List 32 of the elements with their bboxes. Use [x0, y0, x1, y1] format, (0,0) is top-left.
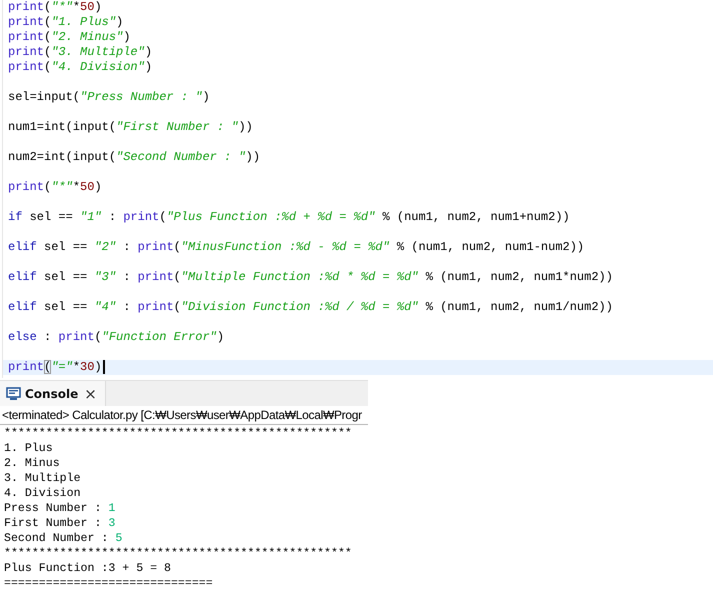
text-caret: [102, 360, 105, 374]
code-line: num1=int(input("First Number : ")): [7, 120, 254, 135]
console-line: Press Number : 1: [4, 501, 116, 516]
console-line: Second Number : 5: [4, 531, 124, 546]
code-line: elif sel == "4" : print("Division Function :%d / %d = %d" % (num1, num2, num1/num2)): [7, 300, 614, 315]
code-line: if sel == "1" : print("Plus Function :%d + %d = %d" % (num1, num2, num1+num2)): [7, 210, 571, 225]
code-line: sel=input("Press Number : "): [7, 90, 211, 105]
tab-label: Console: [25, 386, 78, 400]
console-line: Plus Function :3 + 5 = 8: [4, 561, 172, 576]
console-line: **************************************************: [4, 546, 353, 561]
console-tab[interactable]: Console ×: [0, 381, 106, 406]
code-editor[interactable]: [2, 0, 713, 378]
monitor-icon: [6, 386, 21, 400]
code-line: print("3. Multiple"): [7, 45, 154, 60]
console-line: 3. Multiple: [4, 471, 82, 486]
console-line: First Number : 3: [4, 516, 116, 531]
close-button[interactable]: ×: [84, 384, 97, 402]
code-line: print("1. Plus"): [7, 15, 124, 30]
console-line: ==============================: [4, 576, 214, 589]
console-line: **************************************************: [4, 426, 353, 441]
code-line: elif sel == "3" : print("Multiple Function :%d * %d = %d" % (num1, num2, num1*num2)): [7, 270, 614, 285]
code-line: num2=int(input("Second Number : ")): [7, 150, 262, 165]
code-line: print("2. Minus"): [7, 30, 132, 45]
console-line: 2. Minus: [4, 456, 61, 471]
console-line: 1. Plus: [4, 441, 54, 456]
console-line: 4. Division: [4, 486, 82, 501]
code-line: print("*"*50): [7, 0, 103, 15]
code-line: elif sel == "2" : print("MinusFunction :%d - %d = %d" % (num1, num2, num1-num2)): [7, 240, 586, 255]
code-line: else : print("Function Error"): [7, 330, 226, 345]
code-line: print("4. Division"): [7, 60, 154, 75]
code-line: print("*"*50): [7, 180, 103, 195]
console-status: <terminated> Calculator.py [C:₩Users₩user₩AppData₩Local₩Progr: [0, 406, 368, 425]
